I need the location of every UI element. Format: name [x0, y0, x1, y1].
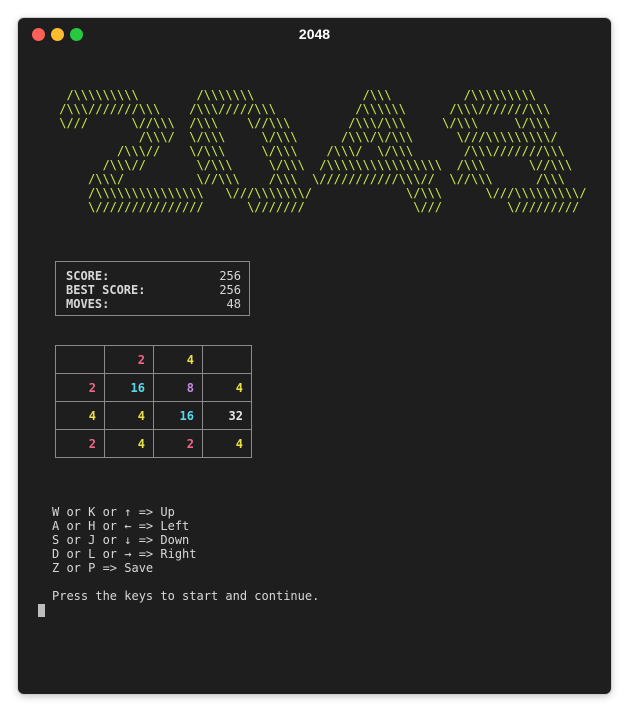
board-cell: 16: [104, 373, 154, 402]
moves-label: MOVES:: [66, 297, 110, 311]
terminal-window: 2048 /\\\\\\\\\ /\\\\\\\ /\\\ /\\\\\\\\\…: [18, 18, 611, 694]
score-row: SCORE: 256: [66, 269, 241, 283]
board-cell: 8: [153, 373, 203, 402]
score-label: SCORE:: [66, 269, 110, 283]
help-line-left: A or H or ← => Left: [52, 519, 190, 533]
score-panel: SCORE: 256 BEST SCORE: 256 MOVES: 48: [55, 261, 250, 316]
board-cell: 4: [104, 429, 154, 458]
terminal-cursor[interactable]: [38, 604, 45, 617]
help-line-right: D or L or → => Right: [52, 547, 197, 561]
board-cell: 4: [153, 345, 203, 374]
board-row: 4 4 16 32: [55, 401, 252, 430]
board-cell: [202, 345, 252, 374]
help-line-save: Z or P => Save: [52, 561, 154, 575]
board-cell: 16: [153, 401, 203, 430]
board-cell: [55, 345, 105, 374]
controls-help: W or K or ↑ => Up A or H or ← => Left S …: [52, 505, 197, 575]
board-cell: 2: [55, 429, 105, 458]
help-line-down: S or J or ↓ => Down: [52, 533, 190, 547]
board-cell: 4: [55, 401, 105, 430]
best-score-value: 256: [219, 283, 241, 297]
board-cell: 2: [55, 373, 105, 402]
board-cell: 4: [104, 401, 154, 430]
help-line-up: W or K or ↑ => Up: [52, 505, 175, 519]
ascii-art-logo: /\\\\\\\\\ /\\\\\\\ /\\\ /\\\\\\\\\ /\\\…: [59, 88, 587, 214]
title-bar: 2048: [18, 18, 611, 52]
best-score-row: BEST SCORE: 256: [66, 283, 241, 297]
moves-value: 48: [226, 297, 241, 311]
board-cell: 4: [202, 373, 252, 402]
game-board: 2 4 2 16 8 4 4 4 16 32 2 4 2 4: [55, 345, 252, 458]
moves-row: MOVES: 48: [66, 297, 241, 311]
best-score-label: BEST SCORE:: [66, 283, 146, 297]
window-title: 2048: [298, 26, 331, 42]
board-cell: 2: [104, 345, 154, 374]
board-row: 2 16 8 4: [55, 373, 252, 402]
start-prompt: Press the keys to start and continue.: [52, 589, 320, 603]
board-row: 2 4 2 4: [55, 429, 252, 458]
board-cell: 2: [153, 429, 203, 458]
score-value: 256: [219, 269, 241, 283]
board-cell: 4: [202, 429, 252, 458]
board-cell: 32: [202, 401, 252, 430]
board-row: 2 4: [55, 345, 252, 374]
